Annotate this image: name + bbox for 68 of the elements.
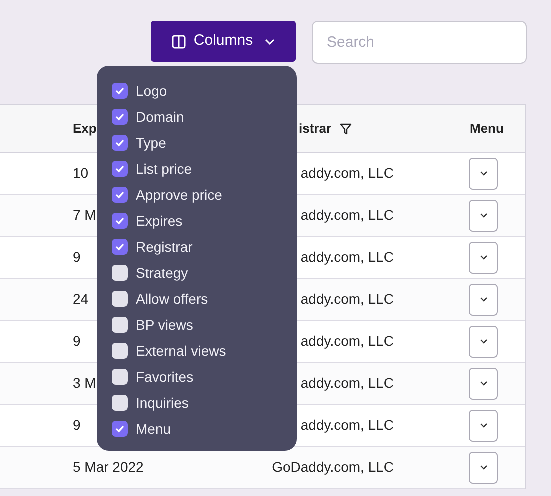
chevron-down-icon xyxy=(480,255,488,260)
table-cell: 3 M xyxy=(73,375,96,391)
checkbox[interactable] xyxy=(112,343,128,359)
table-cell: 9 xyxy=(73,249,81,265)
checkbox[interactable] xyxy=(112,265,128,281)
checkbox[interactable] xyxy=(112,291,128,307)
chevron-down-icon xyxy=(480,381,488,386)
column-option[interactable]: Strategy xyxy=(112,260,297,286)
column-header[interactable]: istrar xyxy=(299,118,332,138)
chevron-down-icon xyxy=(480,171,488,176)
column-option[interactable]: Inquiries xyxy=(112,390,297,416)
table-cell: addy.com, LLC xyxy=(300,165,394,181)
check-icon xyxy=(115,425,125,433)
table-cell: addy.com, LLC xyxy=(300,375,394,391)
column-option[interactable]: Menu xyxy=(112,416,297,442)
table-cell: addy.com, LLC xyxy=(300,417,394,433)
checkbox[interactable] xyxy=(112,395,128,411)
checkbox[interactable] xyxy=(112,369,128,385)
check-icon xyxy=(115,139,125,147)
check-icon xyxy=(115,243,125,251)
chevron-down-icon xyxy=(480,213,488,218)
column-option[interactable]: Type xyxy=(112,130,297,156)
check-icon xyxy=(115,217,125,225)
chevron-down-icon xyxy=(480,297,488,302)
column-option[interactable]: Favorites xyxy=(112,364,297,390)
table-cell: 7 M xyxy=(73,207,96,223)
checkbox[interactable] xyxy=(112,161,128,177)
column-header[interactable]: Exp xyxy=(73,118,97,138)
table-cell: 24 xyxy=(73,291,89,307)
check-icon xyxy=(115,191,125,199)
table-cell: 9 xyxy=(73,417,81,433)
table-cell: addy.com, LLC xyxy=(300,249,394,265)
check-icon xyxy=(115,87,125,95)
chevron-down-icon xyxy=(480,423,488,428)
column-option[interactable]: List price xyxy=(112,156,297,182)
table-cell: 10 xyxy=(73,165,89,181)
chevron-down-icon xyxy=(480,339,488,344)
column-option[interactable]: Allow offers xyxy=(112,286,297,312)
table-cell: GoDaddy.com, LLC xyxy=(272,459,394,475)
filter-icon[interactable] xyxy=(340,122,352,134)
checkbox[interactable] xyxy=(112,187,128,203)
checkbox[interactable] xyxy=(112,213,128,229)
column-option[interactable]: Approve price xyxy=(112,182,297,208)
table-cell: 5 Mar 2022 xyxy=(73,459,144,475)
column-option[interactable]: Expires xyxy=(112,208,297,234)
chevron-down-icon xyxy=(480,465,488,470)
check-icon xyxy=(115,113,125,121)
table-cell: 9 xyxy=(73,333,81,349)
table-cell: addy.com, LLC xyxy=(300,207,394,223)
columns-button[interactable]: Columns xyxy=(151,21,296,62)
column-option[interactable]: Registrar xyxy=(112,234,297,260)
columns-icon xyxy=(172,34,186,48)
checkbox[interactable] xyxy=(112,239,128,255)
table-cell: addy.com, LLC xyxy=(300,291,394,307)
checkbox[interactable] xyxy=(112,83,128,99)
check-icon xyxy=(115,165,125,173)
column-option[interactable]: External views xyxy=(112,338,297,364)
checkbox[interactable] xyxy=(112,135,128,151)
column-header[interactable]: Menu xyxy=(470,118,504,138)
search-field[interactable]: Search xyxy=(312,21,527,64)
column-option[interactable]: Domain xyxy=(112,104,297,130)
chevron-down-icon xyxy=(265,38,276,44)
checkbox[interactable] xyxy=(112,421,128,437)
checkbox[interactable] xyxy=(112,109,128,125)
checkbox[interactable] xyxy=(112,317,128,333)
table-cell: addy.com, LLC xyxy=(300,333,394,349)
column-option[interactable]: Logo xyxy=(112,78,297,104)
column-option[interactable]: BP views xyxy=(112,312,297,338)
